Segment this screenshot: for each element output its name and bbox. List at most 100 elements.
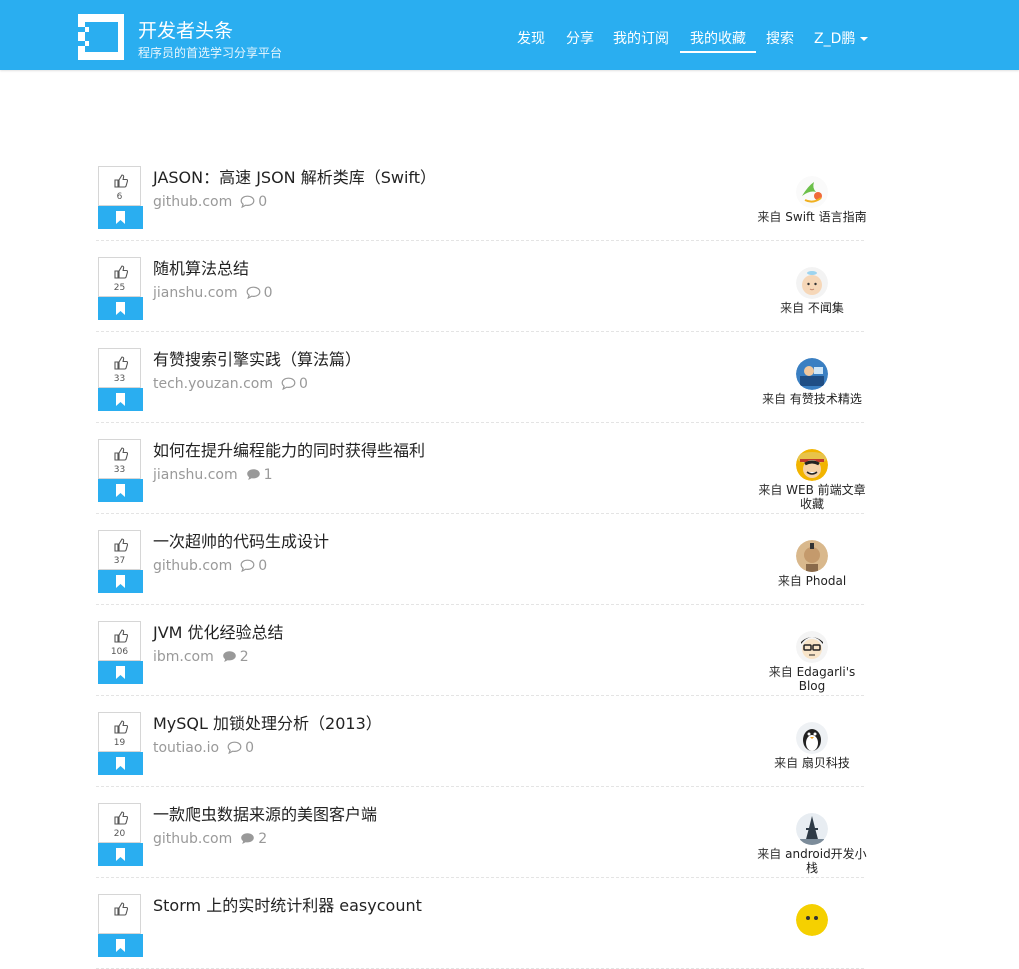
upvote-button[interactable]: 25	[98, 257, 141, 297]
article-meta: github.com 0	[153, 194, 267, 210]
source-name[interactable]: Edagarli's Blog	[797, 665, 856, 693]
article-title[interactable]: 一款爬虫数据来源的美图客户端	[153, 801, 377, 825]
glasses-avatar[interactable]	[796, 631, 828, 663]
article-source: 来自 WEB 前端文章收藏	[756, 449, 868, 511]
bookmark-button[interactable]	[98, 934, 143, 957]
article-title[interactable]: JASON：高速 JSON 解析类库（Swift）	[153, 164, 436, 188]
article-domain[interactable]: toutiao.io	[153, 740, 219, 756]
article-domain[interactable]: jianshu.com	[153, 467, 238, 483]
thumbs-up-icon	[114, 719, 129, 738]
youzan-avatar[interactable]	[796, 358, 828, 390]
vote-box: 106	[98, 621, 143, 684]
article-source: 来自 有赞技术精选	[756, 358, 868, 406]
article-domain[interactable]: tech.youzan.com	[153, 376, 273, 392]
tower-avatar[interactable]	[796, 813, 828, 845]
bookmark-button[interactable]	[98, 570, 143, 593]
source-name[interactable]: android开发小栈	[785, 847, 867, 875]
upvote-button[interactable]: 33	[98, 348, 141, 388]
comments-link[interactable]: 0	[240, 194, 267, 210]
article-title[interactable]: 有赞搜索引擎实践（算法篇）	[153, 346, 361, 370]
source-name[interactable]: 有赞技术精选	[790, 392, 862, 406]
article-domain[interactable]: github.com	[153, 194, 232, 210]
nav-favorites[interactable]: 我的收藏	[690, 28, 746, 48]
upvote-button[interactable]: 20	[98, 803, 141, 843]
comment-count: 0	[299, 376, 308, 392]
article-meta: github.com 2	[153, 831, 267, 847]
list-item: 19 MySQL 加锁处理分析（2013） toutiao.io 0 来自 扇贝科技	[96, 696, 864, 787]
brand-title[interactable]: 开发者头条	[138, 16, 233, 43]
user-menu[interactable]: Z_D鹏	[814, 28, 869, 48]
vote-count: 33	[113, 465, 126, 475]
nav-search[interactable]: 搜索	[766, 28, 794, 48]
article-domain[interactable]: ibm.com	[153, 649, 214, 665]
comments-link[interactable]: 0	[240, 558, 267, 574]
nav-subscriptions[interactable]: 我的订阅	[613, 28, 669, 48]
upvote-button[interactable]: 37	[98, 530, 141, 570]
penguin-avatar[interactable]	[796, 722, 828, 754]
vote-box: 25	[98, 257, 143, 320]
list-item: 25 随机算法总结 jianshu.com 0 来自 不闻集	[96, 241, 864, 332]
luffy-avatar[interactable]	[796, 449, 828, 481]
swift-guide-avatar[interactable]	[796, 176, 828, 208]
source-name[interactable]: WEB 前端文章收藏	[786, 483, 866, 511]
comments-link[interactable]: 0	[281, 376, 308, 392]
source-name[interactable]: 扇贝科技	[802, 756, 850, 770]
bookmark-button[interactable]	[98, 752, 143, 775]
source-name[interactable]: Phodal	[806, 574, 847, 588]
vote-box: 33	[98, 348, 143, 411]
logo-icon[interactable]	[78, 14, 124, 60]
bookmark-button[interactable]	[98, 297, 143, 320]
vote-count: 106	[110, 647, 129, 657]
brand-subtitle: 程序员的首选学习分享平台	[138, 46, 283, 60]
comments-link[interactable]: 2	[222, 649, 249, 665]
vote-box: 20	[98, 803, 143, 866]
bookmark-button[interactable]	[98, 843, 143, 866]
upvote-button[interactable]: 19	[98, 712, 141, 752]
bookmark-button[interactable]	[98, 388, 143, 411]
yellow-avatar[interactable]	[796, 904, 828, 936]
source-prefix: 来自	[757, 847, 782, 861]
upvote-button[interactable]	[98, 894, 141, 934]
source-name[interactable]: Swift 语言指南	[785, 210, 866, 224]
comment-count: 2	[239, 649, 249, 665]
article-title[interactable]: MySQL 加锁处理分析（2013）	[153, 710, 382, 734]
comments-link[interactable]: 0	[246, 285, 273, 301]
list-item: 6 JASON：高速 JSON 解析类库（Swift） github.com 0 来自 …	[96, 150, 867, 241]
bookmark-button[interactable]	[98, 661, 143, 684]
upvote-button[interactable]: 33	[98, 439, 141, 479]
phodal-avatar[interactable]	[796, 540, 828, 572]
baby-avatar[interactable]	[796, 267, 828, 299]
upvote-button[interactable]: 6	[98, 166, 141, 206]
list-item: Storm 上的实时统计利器 easycount	[96, 878, 864, 969]
list-item: 20 一款爬虫数据来源的美图客户端 github.com 2 来自 android开发小…	[96, 787, 867, 878]
comments-link[interactable]: 0	[227, 740, 254, 756]
article-title[interactable]: 一次超帅的代码生成设计	[153, 528, 329, 552]
vote-box: 6	[98, 166, 143, 229]
thumbs-up-icon	[114, 355, 129, 374]
thumbs-up-icon	[114, 901, 129, 920]
article-domain[interactable]: jianshu.com	[153, 285, 238, 301]
comments-link[interactable]: 2	[240, 831, 267, 847]
source-name[interactable]: 不闻集	[808, 301, 844, 315]
vote-count: 20	[113, 829, 126, 839]
article-title[interactable]: Storm 上的实时统计利器 easycount	[153, 892, 422, 916]
article-domain[interactable]: github.com	[153, 831, 232, 847]
article-domain[interactable]: github.com	[153, 558, 232, 574]
upvote-button[interactable]: 106	[98, 621, 141, 661]
nav-discover[interactable]: 发现	[517, 28, 545, 48]
bookmark-button[interactable]	[98, 479, 143, 502]
vote-count: 33	[113, 374, 126, 384]
article-title[interactable]: 随机算法总结	[153, 255, 249, 279]
article-meta: github.com 0	[153, 558, 267, 574]
source-prefix: 来自	[780, 301, 805, 315]
nav-share[interactable]: 分享	[566, 28, 594, 48]
comment-count: 0	[258, 194, 268, 210]
comments-link[interactable]: 1	[246, 467, 273, 483]
article-title[interactable]: JVM 优化经验总结	[153, 619, 284, 643]
source-prefix: 来自	[762, 392, 787, 406]
comment-icon	[227, 740, 245, 756]
article-title[interactable]: 如何在提升编程能力的同时获得些福利	[153, 437, 425, 461]
comment-count: 0	[263, 285, 273, 301]
thumbs-up-icon	[114, 537, 129, 556]
bookmark-button[interactable]	[98, 206, 143, 229]
